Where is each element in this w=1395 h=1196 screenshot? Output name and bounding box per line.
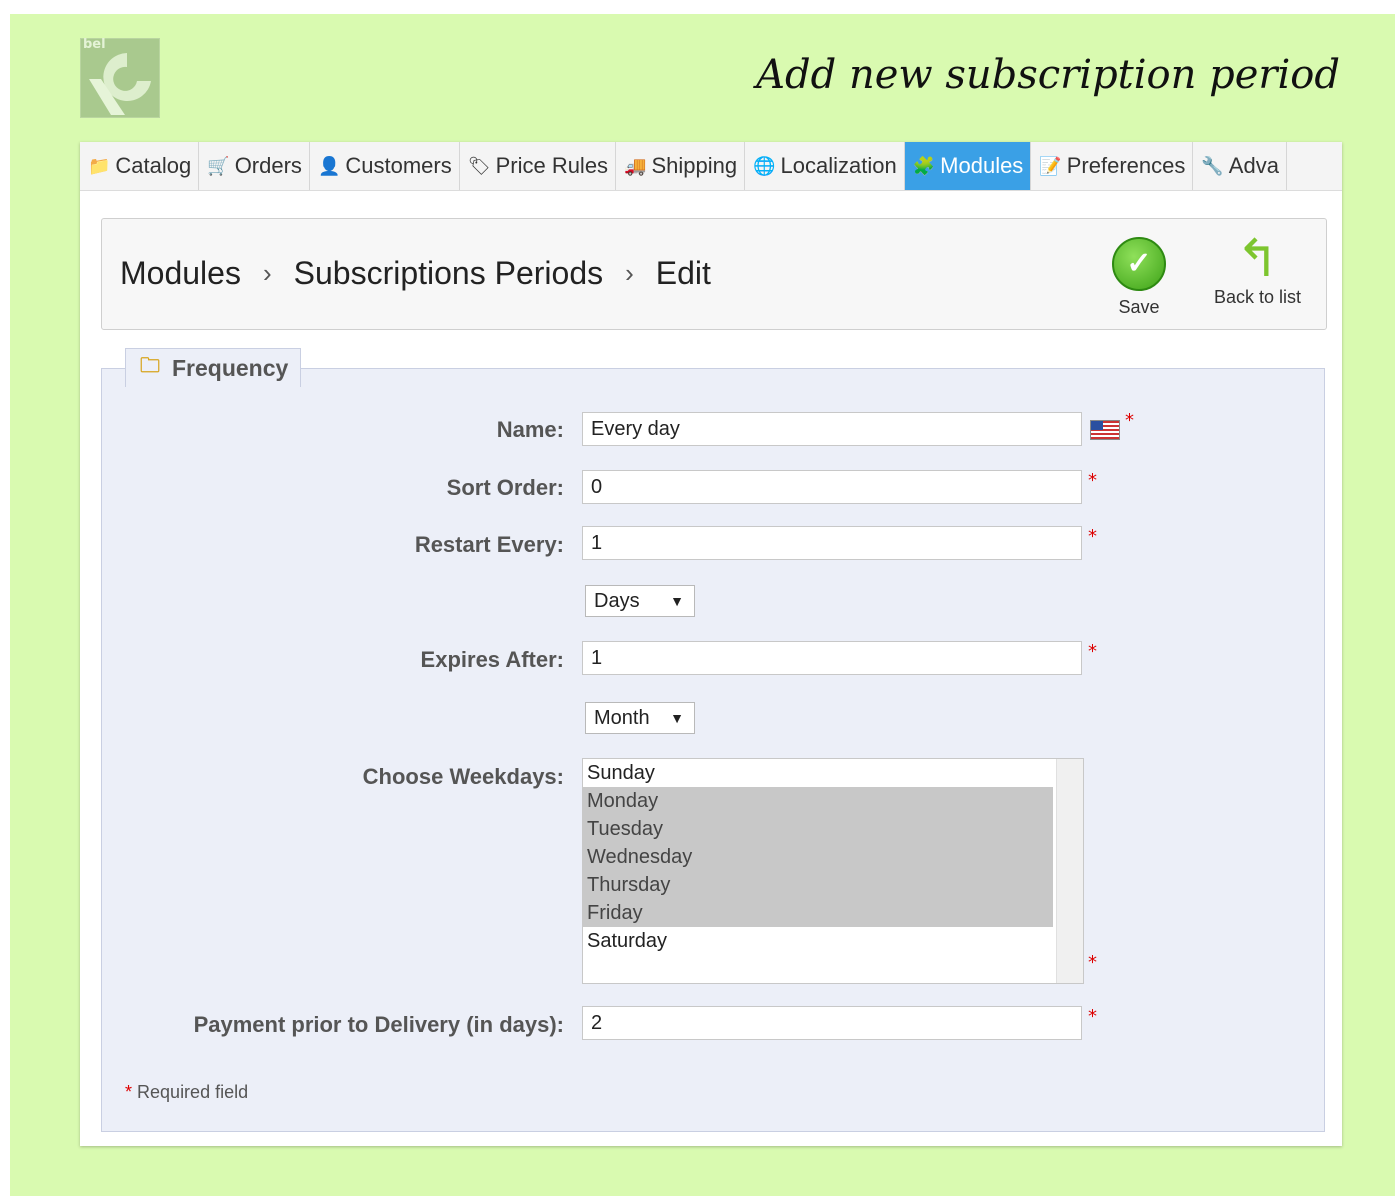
weekday-option-tuesday[interactable]: Tuesday <box>583 815 1053 843</box>
back-label: Back to list <box>1214 287 1302 307</box>
required-marker: * <box>1088 526 1097 547</box>
payment-input[interactable]: 2 <box>582 1006 1082 1040</box>
tab-customers[interactable]: 👤 Customers <box>310 142 460 190</box>
restart-every-input[interactable]: 1 <box>582 526 1082 560</box>
preferences-icon: 📝 <box>1039 155 1062 176</box>
required-marker: * <box>1088 641 1097 662</box>
tab-shipping[interactable]: 🚚 Shipping <box>616 142 746 190</box>
name-input[interactable]: Every day <box>582 412 1082 446</box>
dropdown-arrow-icon: ▼ <box>670 710 684 726</box>
folder-icon: 🗀 <box>140 355 160 377</box>
breadcrumb: Modules › Subscriptions Periods › Edit <box>120 255 711 292</box>
required-marker: * <box>1088 952 1097 973</box>
required-field-note: * Required field <box>125 1082 248 1103</box>
listbox-scrollbar[interactable] <box>1056 759 1083 983</box>
cart-icon: 🛒 <box>207 155 230 176</box>
tab-label: Orders <box>234 153 302 178</box>
tab-modules[interactable]: 🧩 Modules <box>904 142 1032 190</box>
tab-localization[interactable]: 🌐 Localization <box>745 142 905 190</box>
weekday-option-monday[interactable]: Monday <box>583 787 1053 815</box>
breadcrumb-separator-icon: › <box>262 258 272 288</box>
weekdays-listbox[interactable]: Sunday Monday Tuesday Wednesday Thursday Frid… <box>582 758 1084 984</box>
restart-unit-value: Days <box>594 590 640 612</box>
expires-unit-select[interactable]: Month ▼ <box>585 702 695 734</box>
save-label: Save <box>1118 297 1160 317</box>
puzzle-icon: 🧩 <box>912 155 936 176</box>
back-arrow-icon: ↰ <box>1235 230 1280 288</box>
tab-price-rules[interactable]: 🏷 Price Rules <box>460 142 617 190</box>
weekday-options: Sunday Monday Tuesday Wednesday Thursday Frid… <box>583 759 1083 955</box>
tab-label: Shipping <box>651 153 738 178</box>
logo-text: bel <box>83 37 106 52</box>
tab-label: Localization <box>780 153 897 178</box>
required-marker: * <box>1088 470 1097 491</box>
restart-every-label: Restart Every: <box>414 532 564 557</box>
page-title: Add new subscription period <box>756 52 1340 98</box>
save-button[interactable]: ✓ Save <box>1112 237 1166 318</box>
admin-panel: 📁 Catalog 🛒 Orders 👤 Customers 🏷 Price Rules 🚚 Sh… <box>80 142 1342 1146</box>
name-label: Name: <box>496 417 564 442</box>
tab-adva[interactable]: 🔧 Adva <box>1193 142 1287 190</box>
sort-order-label: Sort Order: <box>446 475 564 500</box>
back-to-list-button[interactable]: ↰ Back to list <box>1214 233 1301 308</box>
folder-icon: 📁 <box>88 155 111 176</box>
us-flag-icon[interactable] <box>1090 420 1120 440</box>
tab-label: Customers <box>345 153 452 178</box>
legend-label: Frequency <box>172 354 289 381</box>
globe-icon: 🌐 <box>753 155 776 176</box>
weekday-option-wednesday[interactable]: Wednesday <box>583 843 1053 871</box>
wrench-icon: 🔧 <box>1201 155 1224 176</box>
required-marker: * <box>1125 410 1134 431</box>
payment-label: Payment prior to Delivery (in days): <box>193 1012 564 1037</box>
tab-catalog[interactable]: 📁 Catalog <box>80 142 200 190</box>
required-marker: * <box>125 1082 133 1102</box>
weekday-option-friday[interactable]: Friday <box>583 899 1053 927</box>
tab-label: Adva <box>1228 153 1279 178</box>
tab-preferences[interactable]: 📝 Preferences <box>1031 142 1194 190</box>
tab-orders[interactable]: 🛒 Orders <box>199 142 310 190</box>
dropdown-arrow-icon: ▼ <box>670 593 684 609</box>
weekday-option-sunday[interactable]: Sunday <box>583 759 1053 787</box>
weekday-option-thursday[interactable]: Thursday <box>583 871 1053 899</box>
fieldset-legend: 🗀 Frequency <box>125 348 302 387</box>
price-rules-icon: 🏷 <box>467 155 491 176</box>
truck-icon: 🚚 <box>624 155 647 176</box>
breadcrumb-item-subscriptions-periods[interactable]: Subscriptions Periods <box>294 255 603 292</box>
main-tabs: 📁 Catalog 🛒 Orders 👤 Customers 🏷 Price Rules 🚚 Sh… <box>80 142 1342 191</box>
weekday-option-saturday[interactable]: Saturday <box>583 927 1053 955</box>
checkmark-icon: ✓ <box>1112 237 1166 291</box>
weekdays-label: Choose Weekdays: <box>362 764 564 789</box>
expires-after-label: Expires After: <box>420 647 564 672</box>
brand-logo: bel <box>80 37 160 118</box>
expires-after-input[interactable]: 1 <box>582 641 1082 675</box>
sort-order-input[interactable]: 0 <box>582 470 1082 504</box>
tab-label: Modules <box>940 153 1024 178</box>
tab-label: Catalog <box>115 153 192 178</box>
breadcrumb-item-edit: Edit <box>655 255 711 291</box>
tab-label: Preferences <box>1066 153 1186 178</box>
breadcrumb-separator-icon: › <box>625 258 634 288</box>
restart-unit-select[interactable]: Days ▼ <box>585 585 695 617</box>
expires-unit-value: Month <box>594 707 650 729</box>
toolbar: Modules › Subscriptions Periods › Edit ✓… <box>101 218 1327 330</box>
user-icon: 👤 <box>317 155 341 176</box>
required-note-text: Required field <box>137 1082 249 1102</box>
tab-label: Price Rules <box>495 153 609 178</box>
breadcrumb-item-modules[interactable]: Modules <box>120 255 241 292</box>
required-marker: * <box>1088 1006 1097 1027</box>
